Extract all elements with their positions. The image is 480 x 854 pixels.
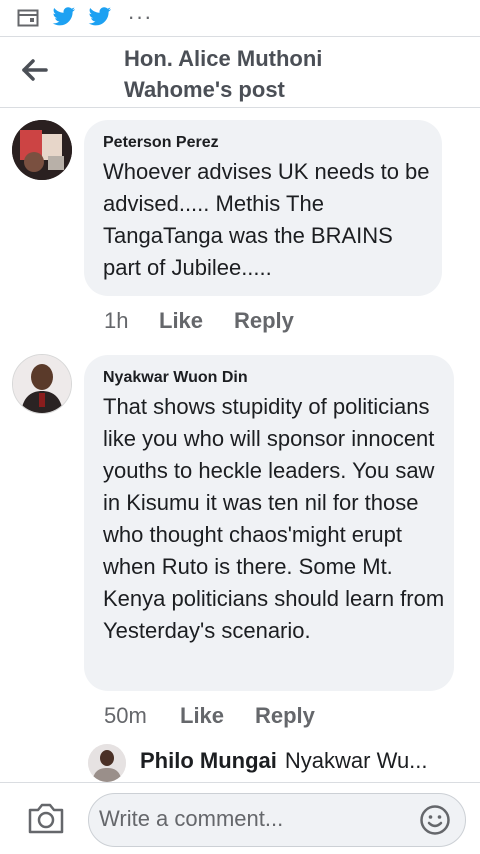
like-button[interactable]: Like [159,308,203,334]
post-header: Hon. Alice Muthoni Wahome's post [0,36,480,108]
back-arrow-icon[interactable] [18,53,52,87]
comment-text: That shows stupidity of politicians like… [103,394,445,643]
like-button[interactable]: Like [180,703,224,729]
comment-composer: Write a comment... [0,782,480,854]
camera-icon[interactable] [26,801,66,837]
reply-author[interactable]: Philo Mungai [140,748,277,773]
comment-time: 50m [104,703,147,728]
page-title: Hon. Alice Muthoni Wahome's post [124,46,323,102]
comment-bubble: Peterson Perez Whoever advises UK needs … [84,120,442,296]
reply-preview-row[interactable]: Philo Mungai Nyakwar Wu... [140,748,428,774]
calendar-icon [16,6,40,28]
reply-button[interactable]: Reply [234,308,294,334]
twitter-icon [88,6,112,28]
emoji-icon[interactable] [419,804,451,836]
more-dots-icon: ··· [127,4,153,29]
twitter-icon [52,6,76,28]
reply-button[interactable]: Reply [255,703,315,729]
avatar[interactable] [12,120,72,180]
avatar[interactable] [88,744,126,782]
comment-time: 1h [104,308,129,333]
comment-author[interactable]: Nyakwar Wuon Din [103,369,248,387]
comment-placeholder: Write a comment... [99,806,284,831]
status-bar: ··· [0,0,480,36]
comment-bubble: Nyakwar Wuon Din That shows stupidity of… [84,355,454,691]
comment-text: Whoever advises UK needs to be advised..… [103,159,430,280]
comment-author[interactable]: Peterson Perez [103,134,219,152]
comment-input[interactable]: Write a comment... [88,793,466,847]
reply-preview-text: Nyakwar Wu... [284,748,428,773]
avatar[interactable] [12,354,72,414]
